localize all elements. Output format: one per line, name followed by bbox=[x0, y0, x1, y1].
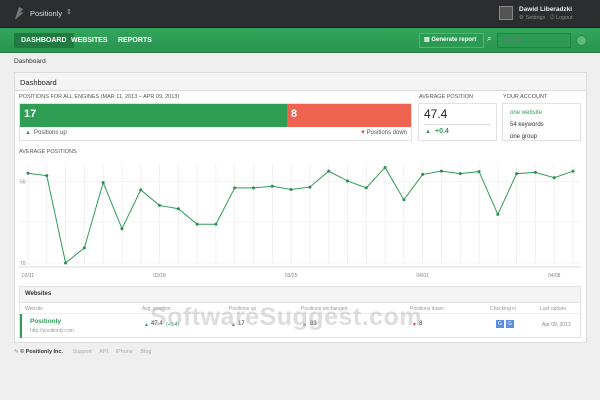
chart-point[interactable] bbox=[82, 246, 86, 250]
chart-point[interactable] bbox=[101, 181, 105, 185]
chart-point[interactable] bbox=[158, 203, 162, 207]
chart-point[interactable] bbox=[458, 172, 462, 176]
footer: ✎ © Positionly Inc. Support API iPhone B… bbox=[14, 349, 151, 355]
chart-point[interactable] bbox=[195, 222, 199, 226]
up-arrow-icon: ▲ bbox=[144, 322, 149, 328]
footer-copyright: © Positionly Inc. bbox=[20, 349, 64, 355]
y-tick-label: 50 bbox=[20, 179, 26, 185]
chart-point[interactable] bbox=[364, 186, 368, 190]
websites-title: Websites bbox=[20, 287, 580, 303]
website-name-link[interactable]: Positionly bbox=[30, 318, 61, 325]
chart-point[interactable] bbox=[383, 165, 387, 169]
x-tick-label: 03/25 bbox=[285, 273, 298, 279]
chart-point[interactable] bbox=[439, 169, 443, 173]
x-tick-label: 04/01 bbox=[416, 273, 429, 279]
chart-point[interactable] bbox=[327, 169, 331, 173]
chart-point[interactable] bbox=[496, 212, 500, 216]
x-tick-label: 04/08 bbox=[548, 273, 561, 279]
google-engine-icon: G bbox=[496, 320, 504, 328]
x-tick-label: 03/18 bbox=[153, 273, 166, 279]
chart-point[interactable] bbox=[289, 188, 293, 192]
footer-link-support[interactable]: Support bbox=[73, 349, 92, 355]
chart-point[interactable] bbox=[571, 169, 575, 173]
chart-point[interactable] bbox=[120, 227, 124, 231]
chart-point[interactable] bbox=[308, 185, 312, 189]
chart-point[interactable] bbox=[64, 261, 68, 265]
chart-point[interactable] bbox=[233, 186, 237, 190]
chart-point[interactable] bbox=[402, 198, 406, 202]
chart-series-line bbox=[27, 166, 574, 264]
column-header: Last update bbox=[540, 306, 567, 312]
chart-point[interactable] bbox=[515, 172, 519, 176]
google-engine-icon: G bbox=[506, 320, 514, 328]
footer-logo-icon: ✎ bbox=[14, 349, 19, 355]
chart-point[interactable] bbox=[45, 174, 49, 178]
row-last-update: Apr 09, 2013 bbox=[542, 322, 571, 328]
column-header: Checking in bbox=[490, 306, 517, 312]
watermark: SoftwareSuggest.com bbox=[150, 303, 423, 331]
footer-link-blog[interactable]: Blog bbox=[140, 349, 151, 355]
chart-point[interactable] bbox=[552, 176, 556, 180]
y-tick-label: 70 bbox=[20, 261, 26, 267]
chart-point[interactable] bbox=[421, 172, 425, 176]
chart-point[interactable] bbox=[214, 222, 218, 226]
chart-point[interactable] bbox=[533, 170, 537, 174]
x-tick-label: 03/11 bbox=[22, 273, 34, 279]
chart-point[interactable] bbox=[477, 170, 481, 174]
footer-link-iphone[interactable]: iPhone bbox=[116, 349, 133, 355]
chart-point[interactable] bbox=[270, 184, 274, 188]
column-header: Website bbox=[25, 306, 43, 312]
chart-point[interactable] bbox=[26, 171, 30, 175]
website-url: http://positionly.com bbox=[30, 328, 74, 334]
average-positions-chart: 50 70 03/11 03/18 03/25 04/01 04/08 bbox=[19, 163, 581, 279]
chart-point[interactable] bbox=[252, 186, 256, 190]
chart-point[interactable] bbox=[345, 179, 349, 183]
chart-point[interactable] bbox=[139, 188, 143, 192]
footer-link-api[interactable]: API bbox=[99, 349, 108, 355]
chart-point[interactable] bbox=[176, 207, 180, 211]
